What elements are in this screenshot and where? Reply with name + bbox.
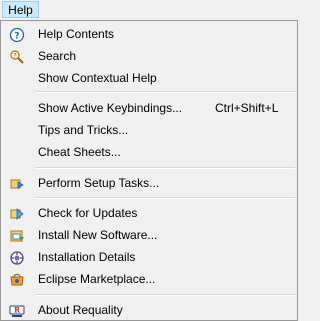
menu-item-tips-and-tricks[interactable]: Tips and Tricks...: [2, 120, 296, 140]
menu-item-label: Cheat Sheets...: [38, 145, 121, 159]
menu-separator: [35, 294, 295, 296]
menu-item-label: Show Active Keybindings...: [38, 101, 183, 115]
requality-logo-icon: R: [9, 303, 25, 319]
help-dropdown-menu: ? Help Contents ? Search Show Contextual…: [0, 20, 298, 321]
menu-item-search[interactable]: ? Search: [2, 46, 296, 66]
menu-item-label: Help Contents: [38, 27, 115, 41]
setup-tasks-icon: [9, 176, 25, 192]
menu-separator: [35, 197, 295, 199]
menu-item-install-new-software[interactable]: Install New Software...: [2, 225, 296, 245]
svg-text:?: ?: [14, 32, 19, 42]
menu-item-label: Show Contextual Help: [38, 71, 157, 85]
menu-item-show-active-keybindings[interactable]: Show Active Keybindings... Ctrl+Shift+L: [2, 98, 296, 118]
menu-item-perform-setup-tasks[interactable]: Perform Setup Tasks...: [2, 173, 296, 193]
marketplace-icon: [9, 272, 25, 288]
help-circle-icon: ?: [9, 27, 25, 43]
help-menu-title[interactable]: Help: [2, 1, 39, 18]
svg-text:R: R: [14, 306, 20, 315]
menu-item-eclipse-marketplace[interactable]: Eclipse Marketplace...: [2, 269, 296, 289]
menu-separator: [35, 91, 295, 93]
menu-separator: [35, 167, 295, 169]
svg-text:?: ?: [13, 53, 16, 60]
menu-item-show-contextual-help[interactable]: Show Contextual Help: [2, 68, 296, 88]
menu-item-label: Check for Updates: [38, 206, 138, 220]
menu-item-label: About Requality: [38, 303, 123, 317]
menu-item-label: Search: [38, 49, 77, 63]
menu-item-check-for-updates[interactable]: Check for Updates: [2, 203, 296, 223]
menu-item-cheat-sheets[interactable]: Cheat Sheets...: [2, 142, 296, 162]
menu-item-label: Perform Setup Tasks...: [38, 176, 160, 190]
install-software-icon: [9, 228, 25, 244]
menu-item-help-contents[interactable]: ? Help Contents: [2, 24, 296, 44]
search-help-icon: ?: [9, 49, 25, 65]
menu-item-about-requality[interactable]: R About Requality: [2, 300, 296, 320]
installation-details-icon: [9, 250, 25, 266]
menu-item-label: Install New Software...: [38, 228, 158, 242]
menu-item-label: Eclipse Marketplace...: [38, 272, 156, 286]
menu-bar: Help: [0, 0, 298, 20]
menu-item-label: Installation Details: [38, 250, 136, 264]
menu-item-shortcut: Ctrl+Shift+L: [215, 101, 279, 115]
menu-item-label: Tips and Tricks...: [38, 123, 129, 137]
check-updates-icon: [9, 206, 25, 222]
menu-item-installation-details[interactable]: Installation Details: [2, 247, 296, 267]
